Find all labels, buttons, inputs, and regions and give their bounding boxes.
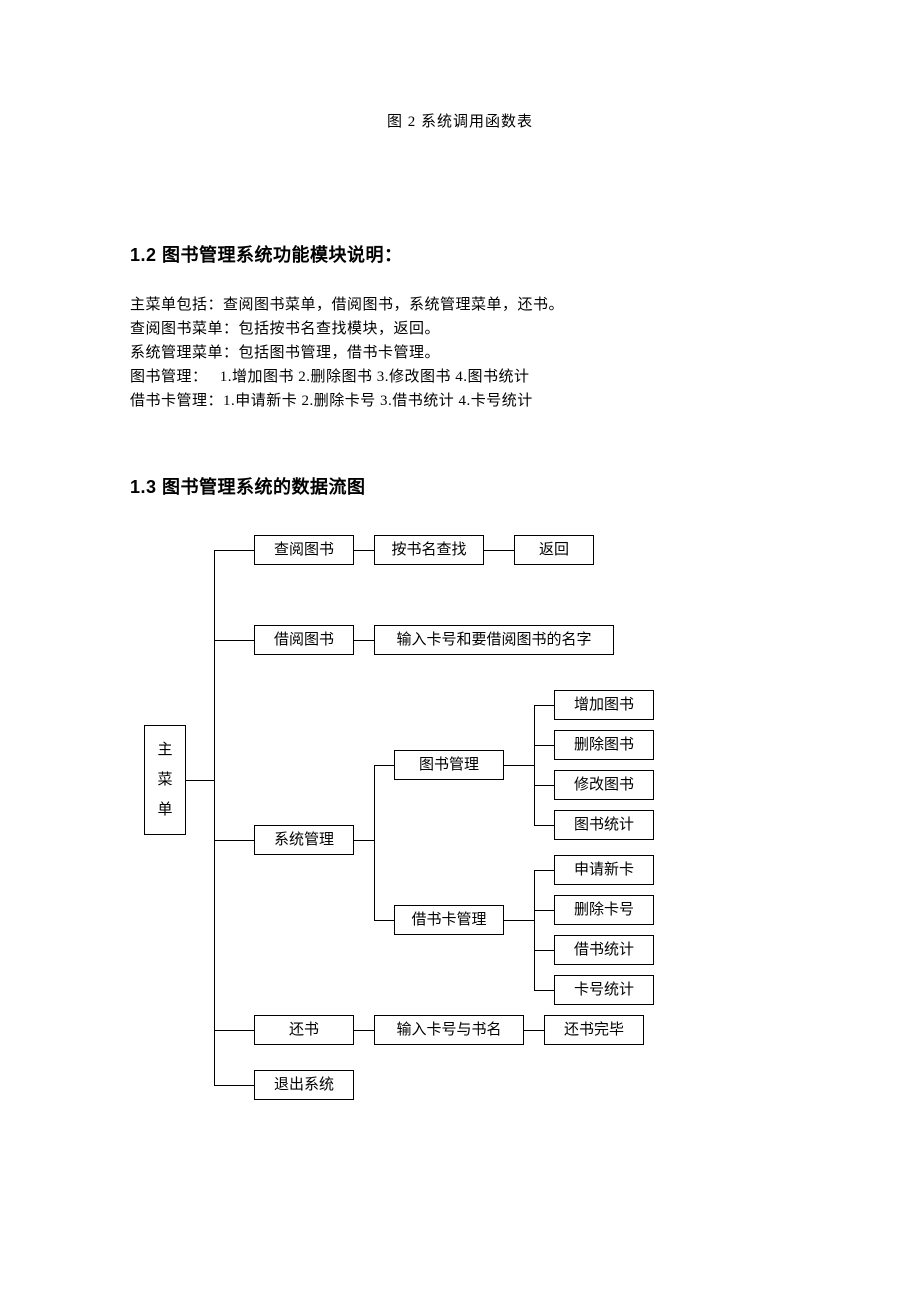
node-main-menu-label: 主菜单: [157, 735, 172, 825]
connector: [214, 550, 215, 1085]
module-description-block: 主菜单包括：查阅图书菜单，借阅图书，系统管理菜单，还书。 查阅图书菜单：包括按书…: [130, 293, 790, 413]
connector: [186, 780, 214, 781]
connector: [534, 950, 554, 951]
desc-line-1: 主菜单包括：查阅图书菜单，借阅图书，系统管理菜单，还书。: [130, 293, 790, 317]
connector: [374, 765, 375, 920]
node-exit-system: 退出系统: [254, 1070, 354, 1100]
label: 输入卡号和要借阅图书的名字: [396, 631, 591, 649]
label: 按书名查找: [391, 541, 466, 559]
node-book-stats: 图书统计: [554, 810, 654, 840]
node-return: 返回: [514, 535, 594, 565]
label: 修改图书: [574, 776, 634, 794]
node-borrow-books: 借阅图书: [254, 625, 354, 655]
connector: [354, 1030, 374, 1031]
connector: [354, 550, 374, 551]
page: 图 2 系统调用函数表 1.2 图书管理系统功能模块说明： 主菜单包括：查阅图书…: [0, 0, 920, 1302]
connector: [484, 550, 514, 551]
connector: [504, 765, 534, 766]
data-flow-diagram: 主菜单 查阅图书 按书名查找 返回 借阅图书 输入卡号和要借阅图书的名字 系统管…: [144, 525, 804, 1105]
label: 退出系统: [274, 1076, 334, 1094]
node-return-input: 输入卡号与书名: [374, 1015, 524, 1045]
label: 删除图书: [574, 736, 634, 754]
label: 还书完毕: [564, 1021, 624, 1039]
label: 删除卡号: [574, 901, 634, 919]
connector: [534, 870, 554, 871]
connector: [524, 1030, 544, 1031]
label: 还书: [289, 1021, 319, 1039]
node-card-management: 借书卡管理: [394, 905, 504, 935]
connector: [534, 825, 554, 826]
node-system-management: 系统管理: [254, 825, 354, 855]
desc-line-5: 借书卡管理：1.申请新卡 2.删除卡号 3.借书统计 4.卡号统计: [130, 389, 790, 413]
label: 查阅图书: [274, 541, 334, 559]
connector: [534, 785, 554, 786]
connector: [354, 640, 374, 641]
label: 申请新卡: [574, 861, 634, 879]
connector: [374, 765, 394, 766]
label: 返回: [539, 541, 569, 559]
label: 借阅图书: [274, 631, 334, 649]
label: 系统管理: [274, 831, 334, 849]
label: 图书管理: [419, 756, 479, 774]
node-search-by-title: 按书名查找: [374, 535, 484, 565]
connector: [534, 705, 535, 825]
connector: [534, 910, 554, 911]
connector: [214, 840, 254, 841]
connector: [534, 870, 535, 990]
node-main-menu: 主菜单: [144, 725, 186, 835]
node-new-card: 申请新卡: [554, 855, 654, 885]
connector: [534, 990, 554, 991]
connector: [504, 920, 534, 921]
node-borrow-stats: 借书统计: [554, 935, 654, 965]
connector: [354, 840, 374, 841]
section-heading-1-2: 1.2 图书管理系统功能模块说明：: [130, 241, 790, 267]
connector: [534, 745, 554, 746]
desc-line-3: 系统管理菜单：包括图书管理，借书卡管理。: [130, 341, 790, 365]
label: 借书卡管理: [411, 911, 486, 929]
section-heading-1-3: 1.3 图书管理系统的数据流图: [130, 473, 790, 499]
label: 卡号统计: [574, 981, 634, 999]
node-return-done: 还书完毕: [544, 1015, 644, 1045]
label: 图书统计: [574, 816, 634, 834]
connector: [214, 550, 254, 551]
node-return-book: 还书: [254, 1015, 354, 1045]
connector: [534, 705, 554, 706]
node-delete-card: 删除卡号: [554, 895, 654, 925]
node-borrow-input: 输入卡号和要借阅图书的名字: [374, 625, 614, 655]
label: 输入卡号与书名: [396, 1021, 501, 1039]
connector: [214, 1085, 254, 1086]
desc-line-4: 图书管理： 1.增加图书 2.删除图书 3.修改图书 4.图书统计: [130, 365, 790, 389]
node-browse-books: 查阅图书: [254, 535, 354, 565]
connector: [214, 640, 254, 641]
figure-caption: 图 2 系统调用函数表: [130, 110, 790, 131]
label: 借书统计: [574, 941, 634, 959]
node-add-book: 增加图书: [554, 690, 654, 720]
node-book-management: 图书管理: [394, 750, 504, 780]
node-delete-book: 删除图书: [554, 730, 654, 760]
connector: [374, 920, 394, 921]
connector: [214, 1030, 254, 1031]
label: 增加图书: [574, 696, 634, 714]
node-card-stats: 卡号统计: [554, 975, 654, 1005]
node-modify-book: 修改图书: [554, 770, 654, 800]
desc-line-2: 查阅图书菜单：包括按书名查找模块，返回。: [130, 317, 790, 341]
